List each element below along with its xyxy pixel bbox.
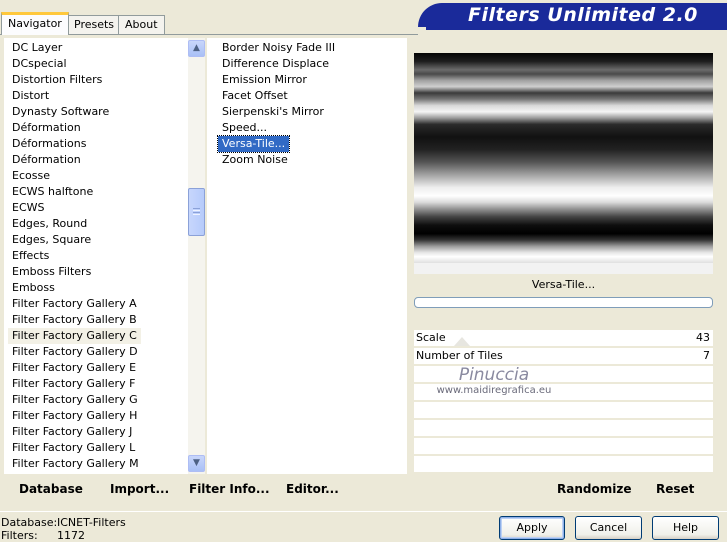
filter-list[interactable]: Border Noisy Fade III Difference Displace… <box>207 38 407 474</box>
filter-info-button[interactable]: Filter Info... <box>189 482 270 496</box>
param-value: 43 <box>696 331 710 344</box>
category-item[interactable]: Edges, Square <box>8 232 95 248</box>
selected-filter-label: Versa-Tile... <box>531 278 596 291</box>
apply-button[interactable]: Apply <box>499 516 565 540</box>
filter-item[interactable]: Versa-Tile... <box>216 135 291 153</box>
category-item[interactable]: Déformations <box>8 136 90 152</box>
filter-item[interactable]: Sierpenski's Mirror <box>218 104 328 120</box>
param-label: Number of Tiles <box>416 349 503 362</box>
category-item[interactable]: Ecosse <box>8 168 54 184</box>
param-empty <box>414 384 713 400</box>
category-item[interactable]: ECWS halftone <box>8 184 97 200</box>
tab-navigator[interactable]: Navigator <box>1 12 69 35</box>
filters-count: 1172 <box>57 529 85 542</box>
category-item[interactable]: Effects <box>8 248 53 264</box>
filter-item[interactable]: Speed... <box>218 120 271 136</box>
param-value: 7 <box>703 349 710 362</box>
help-button[interactable]: Help <box>652 516 719 540</box>
cancel-button[interactable]: Cancel <box>575 516 642 540</box>
category-list[interactable]: ▲ ▼ DC Layer DCspecial Distortion Filters D… <box>4 38 205 474</box>
import-button[interactable]: Import... <box>110 482 169 496</box>
category-item[interactable]: Distortion Filters <box>8 72 106 88</box>
param-empty <box>414 456 713 472</box>
category-item[interactable]: DCspecial <box>8 56 71 72</box>
filters-label: Filters: <box>1 529 38 542</box>
chevron-down-icon[interactable]: ▼ <box>188 455 205 472</box>
category-item[interactable]: Emboss <box>8 280 59 296</box>
category-scrollbar[interactable]: ▲ ▼ <box>188 38 205 474</box>
category-item[interactable]: Filter Factory Gallery D <box>8 344 142 360</box>
category-item[interactable]: Filter Factory Gallery A <box>8 296 141 312</box>
category-item[interactable]: Emboss Filters <box>8 264 95 280</box>
category-item[interactable]: Filter Factory Gallery C <box>8 328 141 344</box>
separator <box>0 511 727 512</box>
editor-button[interactable]: Editor... <box>286 482 339 496</box>
category-item[interactable]: Filter Factory Gallery B <box>8 312 141 328</box>
param-empty <box>414 438 713 454</box>
filter-item[interactable]: Difference Displace <box>218 56 333 72</box>
tab-presets[interactable]: Presets <box>67 15 122 34</box>
filter-item[interactable]: Border Noisy Fade III <box>218 40 339 56</box>
filter-item[interactable]: Zoom Noise <box>218 152 292 168</box>
category-item[interactable]: Filter Factory Gallery H <box>8 408 141 424</box>
preview-image <box>414 53 713 263</box>
tab-about[interactable]: About <box>118 15 165 34</box>
randomize-button[interactable]: Randomize <box>557 482 631 496</box>
param-empty <box>414 366 713 382</box>
category-item[interactable]: Filter Factory Gallery L <box>8 440 139 456</box>
category-item[interactable]: DC Layer <box>8 40 66 56</box>
category-item[interactable]: Filter Factory Gallery G <box>8 392 142 408</box>
database-button[interactable]: Database <box>19 482 83 496</box>
filter-item[interactable]: Facet Offset <box>218 88 292 104</box>
param-label: Scale <box>416 331 446 344</box>
category-item[interactable]: Edges, Round <box>8 216 91 232</box>
param-number-of-tiles[interactable]: Number of Tiles 7 <box>414 348 713 364</box>
slider-marker-icon <box>454 337 470 346</box>
category-item[interactable]: Dynasty Software <box>8 104 113 120</box>
category-item[interactable]: ECWS <box>8 200 49 216</box>
progress-bar <box>414 297 713 308</box>
filter-item[interactable]: Emission Mirror <box>218 72 311 88</box>
param-scale[interactable]: Scale 43 <box>414 330 713 346</box>
category-item[interactable]: Filter Factory Gallery M <box>8 456 143 472</box>
chevron-up-icon[interactable]: ▲ <box>188 40 205 57</box>
category-item[interactable]: Filter Factory Gallery J <box>8 424 136 440</box>
database-value: ICNET-Filters <box>57 516 126 529</box>
param-empty <box>414 420 713 436</box>
category-item[interactable]: Distort <box>8 88 53 104</box>
reset-button[interactable]: Reset <box>656 482 694 496</box>
scrollbar-thumb[interactable] <box>188 188 205 236</box>
category-item[interactable]: Filter Factory Gallery F <box>8 376 139 392</box>
category-item[interactable]: Déformation <box>8 120 85 136</box>
preview-area <box>414 53 713 274</box>
param-empty <box>414 402 713 418</box>
app-title: Filters Unlimited 2.0 <box>468 4 698 26</box>
database-label: Database: <box>1 516 58 529</box>
category-item[interactable]: Déformation <box>8 152 85 168</box>
category-item[interactable]: Filter Factory Gallery E <box>8 360 140 376</box>
